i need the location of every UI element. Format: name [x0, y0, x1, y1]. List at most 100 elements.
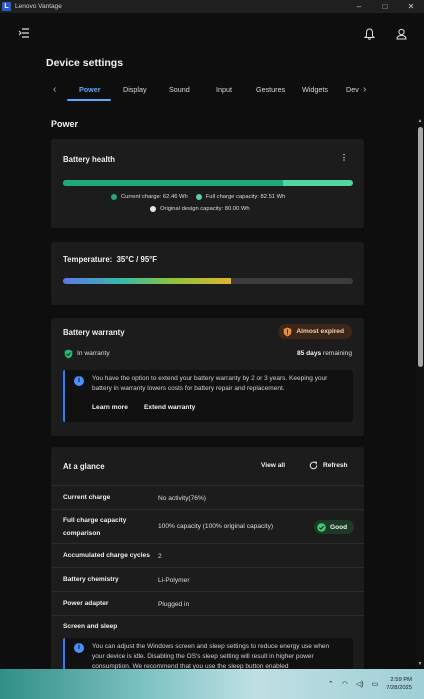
row-label-battery-chemistry: Battery chemistry — [63, 576, 119, 583]
lenovo-logo-icon: L — [2, 2, 11, 11]
chevron-up-icon[interactable]: ⌃ — [328, 680, 334, 688]
view-all-button[interactable]: View all — [261, 462, 285, 469]
full-charge-label: Full charge capacity: — [205, 194, 259, 200]
at-a-glance-title: At a glance — [63, 462, 105, 471]
tab-widgets[interactable]: Widgets — [302, 85, 328, 94]
row-value-charge-cycles: 2 — [158, 553, 162, 560]
info-icon: i — [74, 643, 84, 653]
temperature-fill — [63, 278, 232, 284]
top-bar — [0, 13, 424, 53]
legend-row-1: Current charge: 62.46 Wh Full charge cap… — [111, 194, 285, 200]
temperature-title: Temperature: 35°C / 95°F — [63, 255, 157, 264]
row-label-power-adapter: Power adapter — [63, 600, 109, 607]
battery-health-card: Battery health ⋮ Current charge: 62.46 W… — [51, 139, 364, 228]
scroll-down-arrow-icon[interactable]: ▼ — [417, 661, 423, 667]
temperature-bar — [63, 278, 353, 284]
screen-sleep-info-text: You can adjust the Windows screen and sl… — [92, 643, 330, 669]
current-charge-dot — [111, 194, 117, 200]
warranty-days-suffix: remaining — [323, 350, 352, 357]
current-charge-fill — [63, 180, 283, 186]
system-tray: ⌃ ◠ ◁) ▭ 2:59 PM 7/28/2025 — [328, 669, 424, 699]
learn-more-button[interactable]: Learn more — [92, 404, 128, 411]
section-title-power: Power — [51, 119, 79, 129]
menu-expand-button[interactable] — [15, 24, 33, 42]
scroll-up-arrow-icon[interactable]: ▲ — [417, 118, 423, 124]
warranty-days-remaining: 85 days remaining — [297, 350, 352, 357]
taskbar-clock[interactable]: 2:59 PM 7/28/2025 — [386, 676, 412, 692]
wifi-icon[interactable]: ◠ — [342, 680, 348, 688]
page-title: Device settings — [46, 57, 124, 69]
row-value-full-charge-comparison: 100% capacity (100% original capacity) — [158, 523, 274, 530]
tabs-scroll-right-chevron-icon[interactable]: › — [363, 83, 366, 97]
screen-sleep-info-box: i You can adjust the Windows screen and … — [63, 638, 353, 669]
table-row: Current charge No activity(76%) — [51, 485, 364, 509]
tabs-scroll-left-chevron-icon[interactable]: ‹ — [53, 83, 56, 97]
minimize-button[interactable]: – — [346, 0, 372, 13]
tab-input[interactable]: Input — [216, 85, 232, 94]
design-capacity-dot — [150, 206, 156, 212]
tab-power[interactable]: Power — [79, 85, 101, 94]
battery-warranty-card: Battery warranty Almost expired In warra… — [51, 318, 364, 436]
table-row: Power adapter Plugged in — [51, 591, 364, 615]
design-capacity-value: 80.00 Wh — [224, 206, 250, 212]
info-icon: i — [74, 376, 84, 386]
clock-time: 2:59 PM — [390, 677, 412, 683]
current-charge-label: Current charge: — [121, 194, 162, 200]
warranty-badge-label: Almost expired — [296, 328, 344, 335]
refresh-icon — [309, 461, 318, 470]
temperature-value: 35°C / 95°F — [116, 255, 158, 264]
user-icon — [395, 28, 407, 40]
tab-sound[interactable]: Sound — [169, 85, 190, 94]
design-capacity-label: Original design capacity: — [160, 206, 224, 212]
row-value-power-adapter: Plugged in — [158, 601, 190, 608]
warranty-status-badge: Almost expired — [278, 324, 352, 339]
temperature-label: Temperature: — [63, 255, 113, 264]
vertical-scrollbar[interactable]: ▲ ▼ — [416, 118, 424, 669]
menu-icon — [18, 28, 29, 38]
refresh-button[interactable]: Refresh — [309, 461, 348, 470]
row-label-full-charge-comparison: Full charge capacity comparison — [63, 517, 127, 537]
refresh-label: Refresh — [323, 462, 348, 469]
legend-row-2: Original design capacity: 80.00 Wh — [150, 206, 250, 212]
scrollbar-thumb[interactable] — [417, 127, 423, 367]
battery-health-bar — [63, 180, 353, 186]
at-a-glance-card: At a glance View all Refresh Current cha… — [51, 447, 364, 669]
table-row: Accumulated charge cycles 2 — [51, 543, 364, 567]
clock-date: 7/28/2025 — [386, 685, 412, 691]
table-row: Battery chemistry Li-Polymer — [51, 567, 364, 591]
bell-icon — [363, 28, 375, 40]
volume-icon[interactable]: ◁) — [356, 680, 364, 688]
window-title: Lenovo Vantage — [15, 3, 62, 10]
row-value-battery-chemistry: Li-Polymer — [158, 577, 190, 584]
active-tab-indicator — [67, 99, 111, 101]
more-options-icon[interactable]: ⋮ — [340, 153, 348, 162]
temperature-card: Temperature: 35°C / 95°F — [51, 242, 364, 305]
extend-warranty-button[interactable]: Extend warranty — [144, 404, 195, 411]
good-status-badge: Good — [314, 520, 355, 534]
settings-tabs: ‹ Power Display Sound Input Gestures Wid… — [50, 83, 370, 105]
warranty-days: 85 days — [296, 350, 322, 357]
row-label-current-charge: Current charge — [63, 494, 111, 501]
battery-warranty-title: Battery warranty — [63, 328, 125, 337]
row-label-charge-cycles: Accumulated charge cycles — [63, 552, 150, 559]
window-titlebar: L Lenovo Vantage – □ ✕ — [0, 0, 424, 13]
close-button[interactable]: ✕ — [398, 0, 424, 13]
good-badge-label: Good — [330, 523, 348, 531]
app-content: Device settings ‹ Power Display Sound In… — [0, 13, 424, 669]
tab-devices[interactable]: Dev — [346, 85, 359, 94]
table-row: Screen and sleep i You can adjust the Wi… — [51, 615, 364, 669]
notifications-button[interactable] — [360, 25, 378, 43]
full-charge-value: 82.51 Wh — [260, 194, 286, 200]
tab-display[interactable]: Display — [123, 85, 147, 94]
maximize-button[interactable]: □ — [372, 0, 398, 13]
check-circle-icon — [317, 522, 326, 532]
shield-check-icon — [64, 349, 73, 359]
tab-gestures[interactable]: Gestures — [256, 85, 285, 94]
settings-scroll-area[interactable]: Power Battery health ⋮ Current charge: 6… — [0, 113, 416, 669]
warranty-info-box: i You have the option to extend your bat… — [63, 370, 353, 422]
account-button[interactable] — [392, 25, 410, 43]
row-label-screen-and-sleep: Screen and sleep — [63, 623, 118, 630]
warning-shield-icon — [284, 327, 292, 336]
battery-icon[interactable]: ▭ — [372, 680, 379, 688]
row-value-current-charge: No activity(76%) — [158, 495, 207, 502]
